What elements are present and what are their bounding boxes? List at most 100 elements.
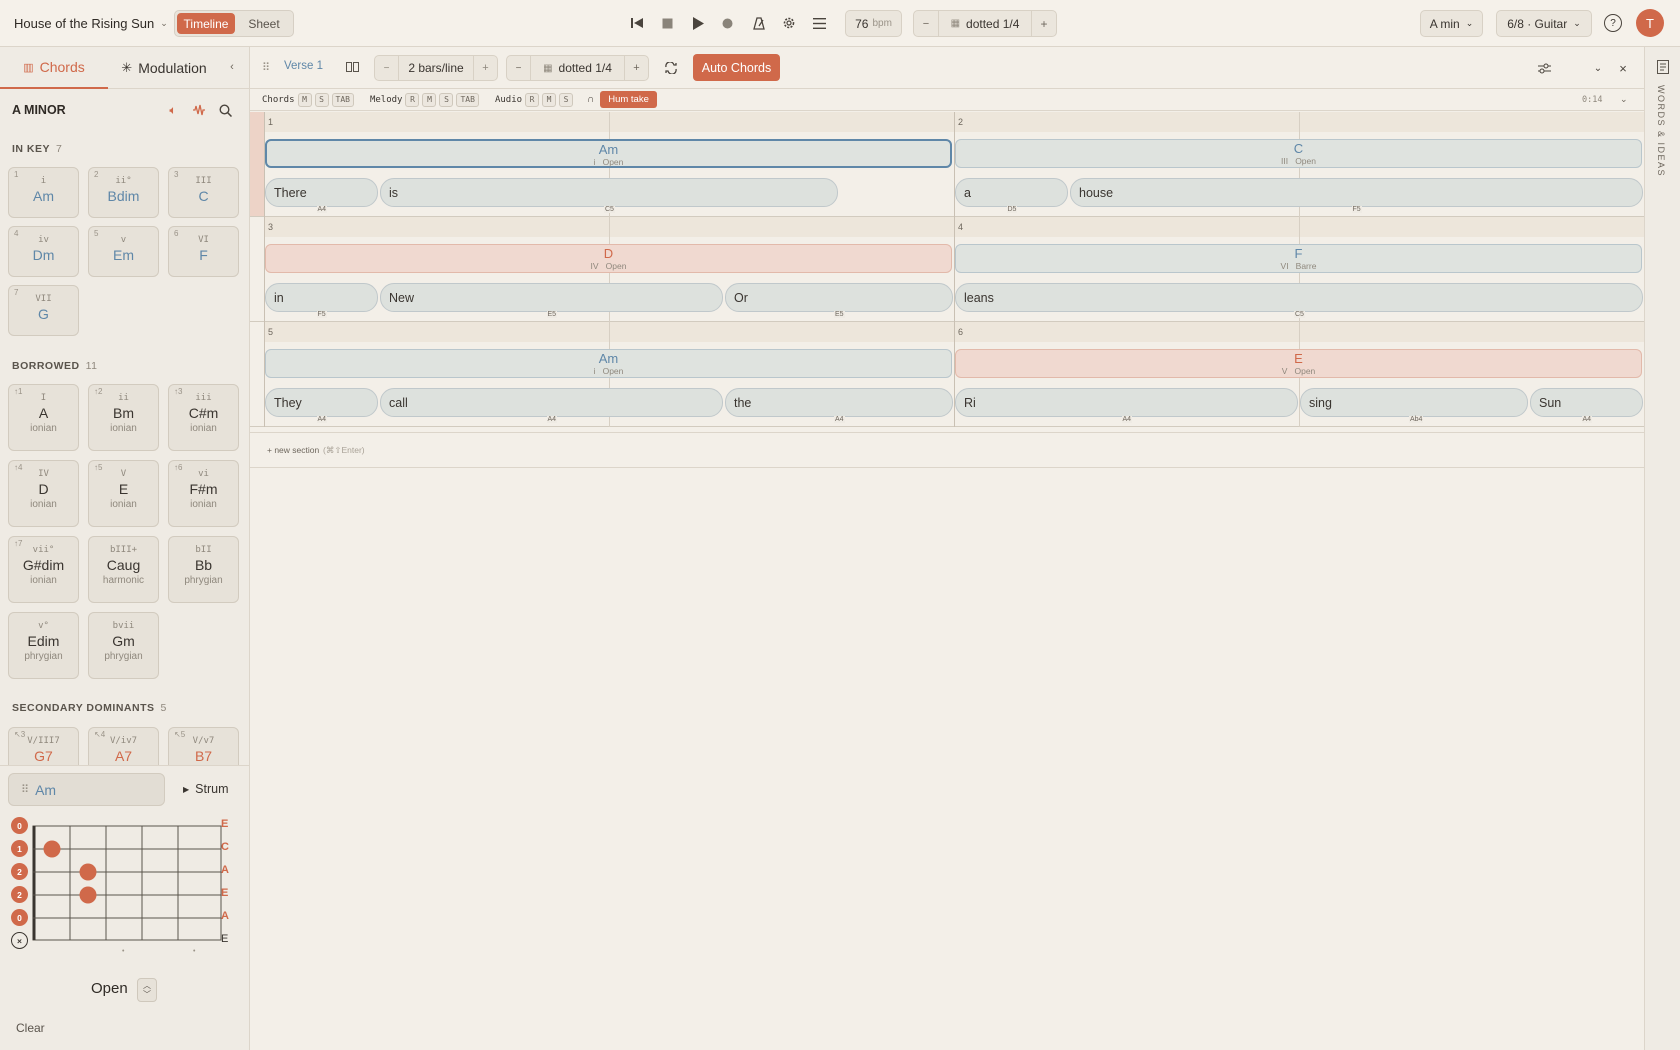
chords-mute-button[interactable]: M bbox=[297, 92, 312, 107]
chord-card[interactable]: ↖5 V/v7 B7 bbox=[168, 727, 239, 765]
menu-lines-icon[interactable] bbox=[809, 13, 829, 33]
bars-increase-button[interactable]: + bbox=[473, 56, 497, 80]
chord-card[interactable]: 4 iv Dm bbox=[8, 226, 79, 277]
hum-take-button[interactable]: Hum take bbox=[600, 91, 657, 108]
chord-card[interactable]: 3 III C bbox=[168, 167, 239, 218]
chord-card[interactable]: ↑7 vii° G#dim ionian bbox=[8, 536, 79, 603]
chord-card[interactable]: bII Bb phrygian bbox=[168, 536, 239, 603]
record-icon[interactable] bbox=[717, 13, 737, 33]
bars-per-line-value[interactable]: 2 bars/line bbox=[399, 56, 473, 80]
new-section-row[interactable]: + new section (⌘⇧Enter) bbox=[250, 432, 1644, 468]
string-fret-number[interactable]: 0 bbox=[11, 817, 28, 834]
chord-card[interactable]: bvii Gm phrygian bbox=[88, 612, 159, 679]
lyric-syllable[interactable]: They bbox=[265, 388, 378, 417]
help-icon[interactable]: ? bbox=[1604, 14, 1622, 32]
lyric-syllable[interactable]: is bbox=[380, 178, 838, 207]
chord-card[interactable]: ↑2 ii Bm ionian bbox=[88, 384, 159, 451]
chord-block[interactable]: F VI Barre bbox=[955, 244, 1642, 273]
chord-block[interactable]: C III Open bbox=[955, 139, 1642, 168]
key-dropdown[interactable]: A min ⌄ bbox=[1420, 10, 1483, 37]
close-icon[interactable]: × bbox=[1615, 60, 1631, 76]
chord-card[interactable]: ↖3 V/III7 G7 bbox=[8, 727, 79, 765]
chord-block[interactable]: D IV Open bbox=[265, 244, 952, 273]
chord-card[interactable]: 7 VII G bbox=[8, 285, 79, 336]
chord-card[interactable]: 5 v Em bbox=[88, 226, 159, 277]
melody-solo-button[interactable]: S bbox=[439, 92, 454, 107]
bars-decrease-button[interactable]: − bbox=[375, 56, 399, 80]
tab-chords[interactable]: ▥ Chords bbox=[0, 47, 108, 89]
skip-back-icon[interactable] bbox=[627, 13, 647, 33]
chord-block[interactable]: Am i Open bbox=[265, 349, 952, 378]
chord-card[interactable]: ↑5 V Eionian bbox=[88, 460, 159, 527]
section-grid-increase-button[interactable]: + bbox=[624, 56, 648, 80]
lyric-syllable[interactable]: house bbox=[1070, 178, 1643, 207]
drag-handle-icon[interactable]: ⠿ bbox=[262, 61, 270, 74]
audio-record-button[interactable]: R bbox=[525, 92, 540, 107]
lyric-syllable[interactable]: There bbox=[265, 178, 378, 207]
lyric-syllable[interactable]: leans bbox=[955, 283, 1643, 312]
lyric-syllable[interactable]: sing bbox=[1300, 388, 1528, 417]
search-icon[interactable] bbox=[217, 102, 233, 118]
lyric-syllable[interactable]: call bbox=[380, 388, 723, 417]
user-avatar[interactable]: T bbox=[1636, 9, 1664, 37]
chord-card[interactable]: 1 i Am bbox=[8, 167, 79, 218]
sheet-tab[interactable]: Sheet bbox=[237, 13, 291, 34]
chords-solo-button[interactable]: S bbox=[314, 92, 329, 107]
audio-solo-button[interactable]: S bbox=[559, 92, 574, 107]
melody-record-button[interactable]: R bbox=[405, 92, 420, 107]
lyric-syllable[interactable]: a bbox=[955, 178, 1068, 207]
lyric-syllable[interactable]: in bbox=[265, 283, 378, 312]
chord-card[interactable]: ↑1 I Aionian bbox=[8, 384, 79, 451]
chevron-down-icon[interactable]: ⌄ bbox=[1590, 60, 1606, 76]
collapse-sidebar-icon[interactable]: ‹ bbox=[224, 59, 240, 75]
settings-gear-icon[interactable] bbox=[779, 13, 799, 33]
metronome-icon[interactable] bbox=[749, 13, 769, 33]
chord-card[interactable]: 6 VI F bbox=[168, 226, 239, 277]
speaker-icon[interactable]: 🔈︎ bbox=[165, 102, 181, 118]
string-fret-number[interactable]: 2 bbox=[11, 886, 28, 903]
notes-icon[interactable] bbox=[1655, 59, 1671, 75]
clear-button[interactable]: Clear bbox=[16, 1021, 45, 1035]
chord-card[interactable]: bIII+ Caug harmonic bbox=[88, 536, 159, 603]
song-title-dropdown[interactable]: House of the Rising Sun ⌄ bbox=[14, 12, 168, 34]
chords-tab-button[interactable]: TAB bbox=[331, 92, 354, 107]
waveform-icon[interactable] bbox=[191, 102, 207, 118]
chord-block[interactable]: EV Open bbox=[955, 349, 1642, 378]
grid-increase-button[interactable]: + bbox=[1031, 11, 1056, 36]
auto-chords-button[interactable]: Auto Chords bbox=[693, 54, 780, 81]
stop-icon[interactable] bbox=[657, 13, 677, 33]
timeline-tab[interactable]: Timeline bbox=[177, 13, 235, 34]
string-fret-number[interactable]: 1 bbox=[11, 840, 28, 857]
chord-card[interactable]: ↖4 V/iv7 A7 bbox=[88, 727, 159, 765]
chord-card[interactable]: 2 ii° Bdim bbox=[88, 167, 159, 218]
lyric-syllable[interactable]: the bbox=[725, 388, 953, 417]
melody-mute-button[interactable]: M bbox=[422, 92, 437, 107]
chord-card[interactable]: ↑6 vi F#m ionian bbox=[168, 460, 239, 527]
string-fret-number[interactable]: 2 bbox=[11, 863, 28, 880]
audio-mute-button[interactable]: M bbox=[542, 92, 557, 107]
voicing-stepper[interactable]: ︿ ﹀ bbox=[137, 978, 157, 1002]
sliders-icon[interactable] bbox=[1536, 60, 1552, 76]
melody-tab-button[interactable]: TAB bbox=[456, 92, 479, 107]
tempo-field[interactable]: 76 bpm bbox=[845, 10, 902, 37]
string-fret-number[interactable]: 0 bbox=[11, 909, 28, 926]
chord-block[interactable]: Am i Open bbox=[265, 139, 952, 168]
chord-card[interactable]: v° Edim phrygian bbox=[8, 612, 79, 679]
section-name[interactable]: Verse 1 bbox=[284, 60, 323, 72]
section-grid-value[interactable]: ▦ dotted 1/4 bbox=[531, 56, 624, 80]
strum-button[interactable]: ▶ Strum bbox=[183, 779, 229, 799]
chevron-down-icon[interactable]: ⌄ bbox=[1620, 94, 1628, 105]
play-icon[interactable] bbox=[688, 13, 708, 33]
selected-chord-chip[interactable]: ⠿ Am bbox=[8, 773, 165, 806]
chord-card[interactable]: ↑4 IV Dionian bbox=[8, 460, 79, 527]
grid-decrease-button[interactable]: − bbox=[914, 11, 939, 36]
grid-value[interactable]: ▦ dotted 1/4 bbox=[939, 11, 1031, 36]
meter-instrument-dropdown[interactable]: 6/8 · Guitar ⌄ bbox=[1496, 10, 1592, 37]
lyric-syllable[interactable]: New bbox=[380, 283, 723, 312]
lyric-syllable[interactable]: Sun bbox=[1530, 388, 1643, 417]
chord-card[interactable]: ↑3 iii C#m ionian bbox=[168, 384, 239, 451]
string-fret-number[interactable]: × bbox=[11, 932, 28, 949]
lyric-syllable[interactable]: Ri bbox=[955, 388, 1298, 417]
loop-icon[interactable] bbox=[662, 59, 680, 77]
words-ideas-rail[interactable]: WORDS & IDEAS bbox=[1644, 47, 1680, 1050]
